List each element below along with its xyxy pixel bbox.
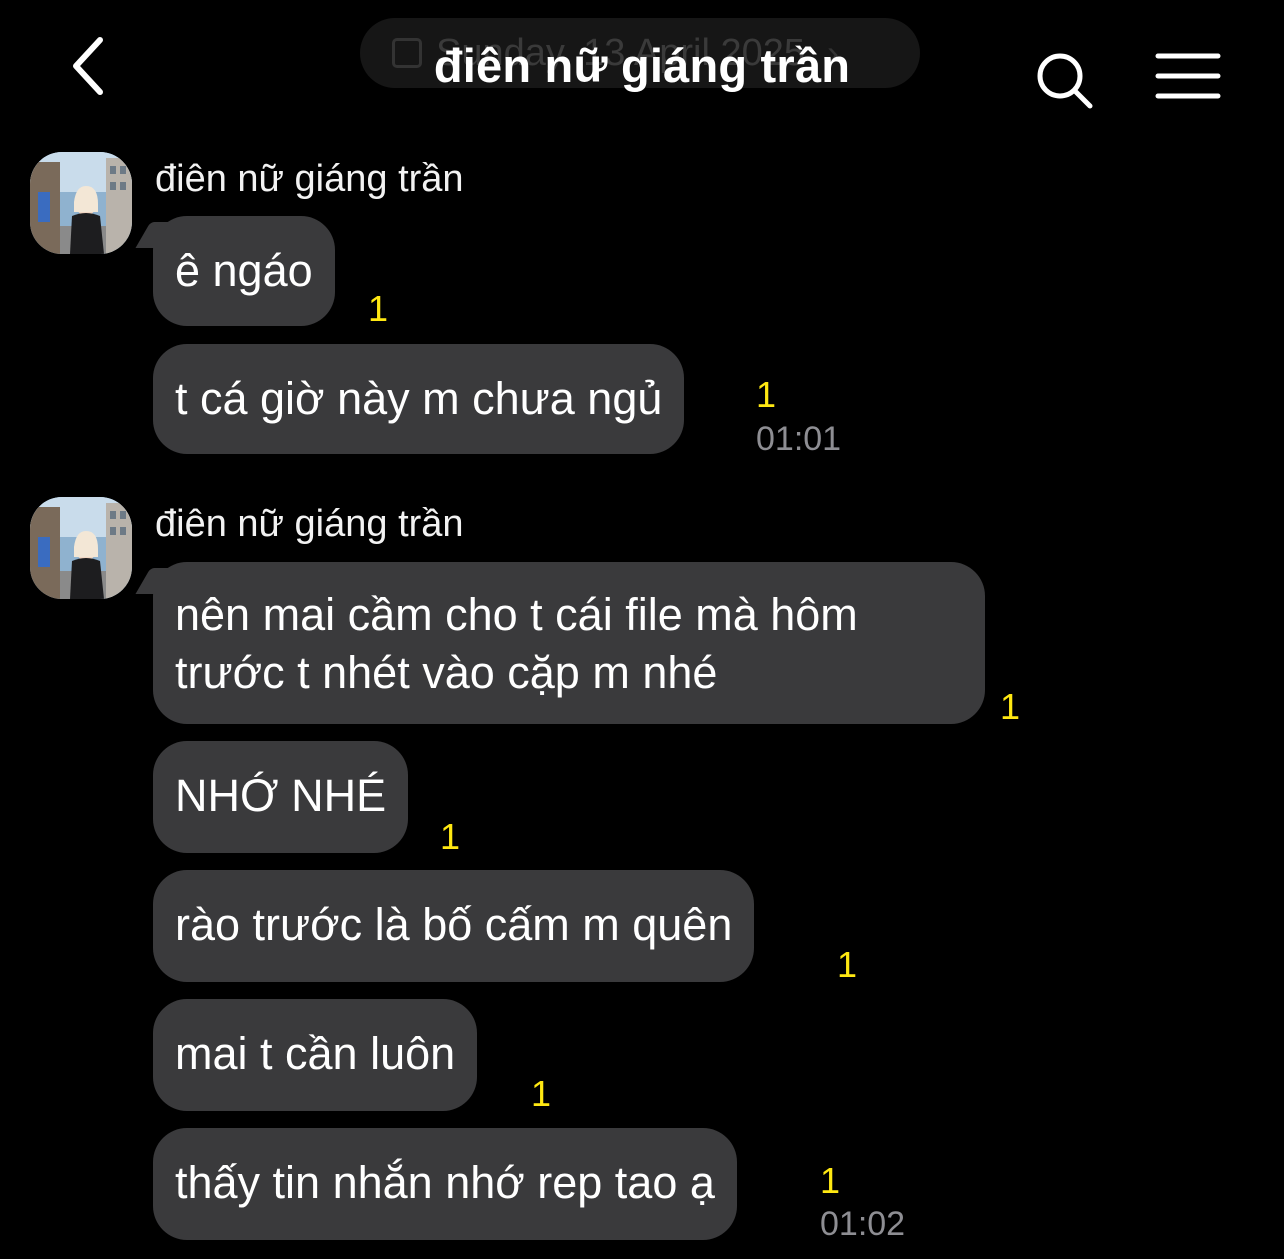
unread-count: 1 bbox=[837, 944, 858, 985]
message-bubble[interactable]: nên mai cầm cho t cái file mà hôm trước … bbox=[153, 562, 985, 724]
message-text: NHỚ NHÉ bbox=[175, 770, 387, 821]
unread-count: 1 bbox=[531, 1073, 552, 1114]
message-bubble[interactable]: thấy tin nhắn nhớ rep tao ạ bbox=[153, 1128, 737, 1240]
unread-count: 1 bbox=[756, 374, 777, 415]
message-bubble[interactable]: rào trước là bố cấm m quên bbox=[153, 870, 755, 982]
menu-button[interactable] bbox=[1152, 50, 1224, 104]
message-time: 01:01 bbox=[756, 420, 842, 458]
message-text-line: nên mai cầm cho t cái file mà hôm bbox=[175, 589, 858, 640]
avatar-photo bbox=[30, 152, 132, 254]
message-bubble[interactable]: NHỚ NHÉ bbox=[153, 741, 409, 853]
message-bubble[interactable]: mai t cần luôn bbox=[153, 999, 478, 1111]
avatar[interactable] bbox=[30, 497, 132, 599]
sender-name: điên nữ giáng trần bbox=[155, 503, 464, 545]
sender-name: điên nữ giáng trần bbox=[155, 158, 464, 200]
message-text: thấy tin nhắn nhớ rep tao ạ bbox=[175, 1157, 715, 1208]
search-button[interactable] bbox=[1034, 50, 1098, 114]
menu-icon bbox=[1155, 53, 1221, 99]
unread-count: 1 bbox=[368, 288, 389, 329]
message-time: 01:02 bbox=[820, 1205, 906, 1243]
message-text: t cá giờ này m chưa ngủ bbox=[175, 373, 663, 424]
chat-header: Sunday, 13 April 2025 › điên nữ giáng tr… bbox=[0, 0, 1284, 140]
avatar[interactable] bbox=[30, 152, 132, 254]
message-text: ê ngáo bbox=[175, 245, 313, 296]
unread-count: 1 bbox=[820, 1160, 841, 1201]
avatar-photo bbox=[30, 497, 132, 599]
unread-count: 1 bbox=[1000, 686, 1021, 727]
message-text-line: trước t nhét vào cặp m nhé bbox=[175, 647, 718, 698]
unread-count: 1 bbox=[440, 816, 461, 857]
message-text: rào trước là bố cấm m quên bbox=[175, 899, 733, 950]
search-icon bbox=[1037, 53, 1093, 109]
message-text: mai t cần luôn bbox=[175, 1028, 456, 1079]
message-bubble[interactable]: t cá giờ này m chưa ngủ bbox=[153, 344, 685, 454]
message-bubble[interactable]: ê ngáo bbox=[153, 216, 335, 326]
